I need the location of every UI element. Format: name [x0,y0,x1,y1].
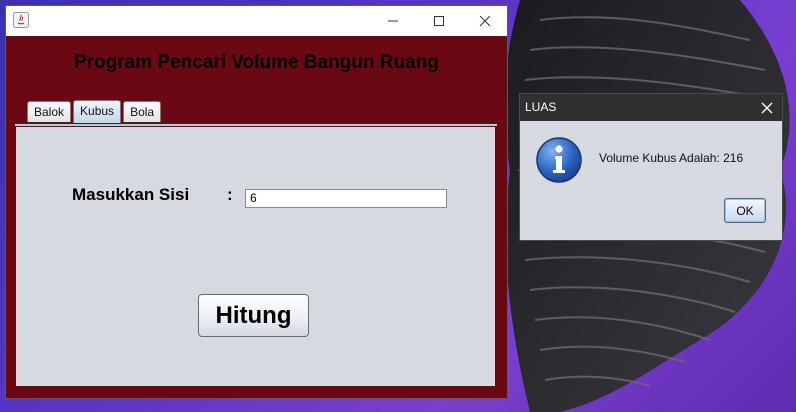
minimize-icon [388,20,398,22]
page-title: Program Pencari Volume Bangun Ruang [74,52,439,73]
maximize-icon [434,16,444,26]
hitung-button[interactable]: Hitung [198,294,309,337]
tab-kubus[interactable]: Kubus [73,100,122,123]
maximize-button[interactable] [416,6,462,36]
shape-tabs: Balok Kubus Bola [27,100,163,124]
window-titlebar[interactable] [6,6,507,36]
dialog-title: LUAS [525,100,557,114]
ok-button[interactable]: OK [724,198,766,223]
sisi-input[interactable]: 6 [245,189,447,208]
dialog-message: Volume Kubus Adalah: 216 [599,151,744,165]
minimize-button[interactable] [370,6,416,36]
java-app-icon [13,12,29,28]
tab-balok[interactable]: Balok [27,101,72,122]
info-icon [535,136,583,184]
tab-bola[interactable]: Bola [123,101,162,122]
dialog-close-icon[interactable] [760,100,774,114]
dialog-titlebar[interactable]: LUAS [520,94,782,121]
sisi-label: Masukkan Sisi [72,185,190,204]
kubus-panel: Masukkan Sisi : 6 Hitung [16,127,495,386]
close-button[interactable] [462,6,508,36]
main-window: Program Pencari Volume Bangun Ruang Balo… [6,6,507,398]
sisi-colon: : [227,185,233,204]
close-icon [479,15,491,27]
tab-divider [15,123,497,126]
message-dialog: LUAS Volume Kubus Adalah: 216 OK [520,94,782,240]
